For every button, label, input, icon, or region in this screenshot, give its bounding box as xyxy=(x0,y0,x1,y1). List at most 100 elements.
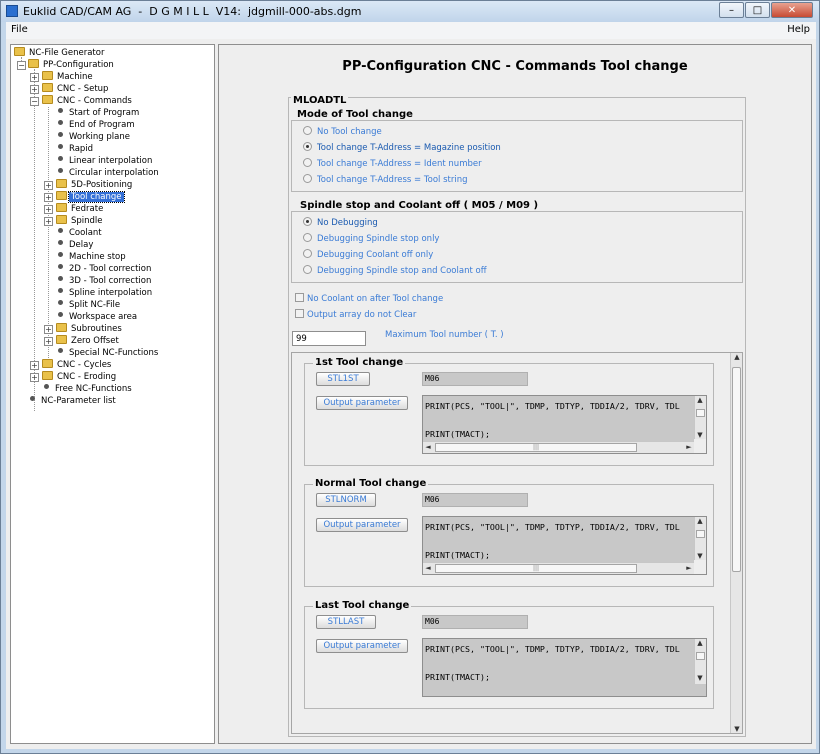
tree-item-pp-configuration[interactable]: PP-Configuration xyxy=(28,59,116,71)
tree-item-spline-interpolation[interactable]: Spline interpolation xyxy=(56,287,154,299)
tree-item-2d-tool-correction[interactable]: 2D - Tool correction xyxy=(56,263,153,275)
close-icon: ✕ xyxy=(787,4,797,16)
radio-ident-number[interactable]: Tool change T-Address = Ident number xyxy=(303,158,482,170)
tree-item-end-of-program[interactable]: End of Program xyxy=(56,119,137,131)
expand-icon[interactable]: + xyxy=(30,73,39,82)
tree-item-delay[interactable]: Delay xyxy=(56,239,95,251)
tree-item-free-nc-functions[interactable]: Free NC-Functions xyxy=(42,383,134,395)
tree-item-linear-interpolation[interactable]: Linear interpolation xyxy=(56,155,154,167)
tree-item-nc-file-generator[interactable]: NC-File Generator xyxy=(14,47,106,59)
tree-item-working-plane[interactable]: Working plane xyxy=(56,131,132,143)
radio-icon xyxy=(303,174,312,183)
radio-selected-icon xyxy=(303,142,312,151)
stllast-button[interactable]: STLLAST xyxy=(316,615,376,629)
menu-help[interactable]: Help xyxy=(787,24,810,35)
tree-item-machine-stop[interactable]: Machine stop xyxy=(56,251,128,263)
radio-no-tool-change[interactable]: No Tool change xyxy=(303,126,382,138)
stl1st-button[interactable]: STL1ST xyxy=(316,372,370,386)
output-parameter-button[interactable]: Output parameter xyxy=(316,396,408,410)
tree-item-3d-tool-correction[interactable]: 3D - Tool correction xyxy=(56,275,153,287)
expand-icon[interactable]: + xyxy=(44,193,53,202)
maximize-button[interactable]: □ xyxy=(745,2,770,18)
vertical-scrollbar[interactable]: ▲ ▼ xyxy=(694,517,706,562)
bullet-icon xyxy=(58,120,63,125)
navigation-tree[interactable]: NC-File Generator − PP-Configuration + M… xyxy=(10,44,215,744)
tool-change-scroll-area[interactable]: 1st Tool change STL1ST M06 Output parame… xyxy=(291,352,743,734)
expand-icon[interactable]: + xyxy=(30,85,39,94)
client-area: NC-File Generator − PP-Configuration + M… xyxy=(6,39,816,749)
tree-item-coolant[interactable]: Coolant xyxy=(56,227,104,239)
tree-item-circular-interpolation[interactable]: Circular interpolation xyxy=(56,167,161,179)
radio-debug-spindle-stop[interactable]: Debugging Spindle stop only xyxy=(303,233,439,245)
tree-item-cnc-eroding[interactable]: CNC - Eroding xyxy=(42,371,118,383)
close-button[interactable]: ✕ xyxy=(771,2,813,18)
code-field[interactable]: M06 xyxy=(422,372,528,386)
bullet-icon xyxy=(58,348,63,353)
tree-item-fedrate[interactable]: Fedrate xyxy=(56,203,105,215)
collapse-icon[interactable]: − xyxy=(17,61,26,70)
horizontal-scrollbar[interactable]: ◄ ||| ► xyxy=(423,562,696,574)
expand-icon[interactable]: + xyxy=(44,181,53,190)
tree-item-cnc-cycles[interactable]: CNC - Cycles xyxy=(42,359,113,371)
tree-item-rapid[interactable]: Rapid xyxy=(56,143,95,155)
tree-item-cnc-setup[interactable]: CNC - Setup xyxy=(42,83,110,95)
tree-item-special-nc-functions[interactable]: Special NC-Functions xyxy=(56,347,160,359)
output-parameter-textarea[interactable]: PRINT(PCS, "TOOL|", TDMP, TDTYP, TDDIA/2… xyxy=(422,638,707,697)
radio-debug-coolant-off[interactable]: Debugging Coolant off only xyxy=(303,249,433,261)
folder-icon xyxy=(14,47,25,56)
scroll-thumb[interactable] xyxy=(732,367,741,572)
expand-icon[interactable]: + xyxy=(30,373,39,382)
tree-item-start-of-program[interactable]: Start of Program xyxy=(56,107,141,119)
radio-magazine-position[interactable]: Tool change T-Address = Magazine positio… xyxy=(303,142,501,154)
radio-tool-string[interactable]: Tool change T-Address = Tool string xyxy=(303,174,467,186)
folder-icon xyxy=(56,215,67,224)
tree-item-nc-parameter-list[interactable]: NC-Parameter list xyxy=(28,395,118,407)
output-parameter-button[interactable]: Output parameter xyxy=(316,518,408,532)
vertical-scrollbar[interactable]: ▲ ▼ xyxy=(694,396,706,441)
code-field[interactable]: M06 xyxy=(422,493,528,507)
expand-icon[interactable]: + xyxy=(44,325,53,334)
radio-icon xyxy=(303,249,312,258)
tree-item-split-nc-file[interactable]: Split NC-File xyxy=(56,299,122,311)
page-title: PP-Configuration CNC - Commands Tool cha… xyxy=(342,59,688,74)
tree-item-tool-change[interactable]: Tool change xyxy=(56,191,125,203)
expand-icon[interactable]: + xyxy=(44,205,53,214)
code-line: PRINT(PCS, "TOOL|", TDMP, TDTYP, TDDIA/2… xyxy=(425,644,680,654)
max-tool-number-input[interactable] xyxy=(292,331,366,346)
checkbox-icon xyxy=(295,293,304,302)
radio-icon xyxy=(303,233,312,242)
tree-item-subroutines[interactable]: Subroutines xyxy=(56,323,124,335)
code-field[interactable]: M06 xyxy=(422,615,528,629)
scroll-up-icon[interactable]: ▲ xyxy=(732,353,742,361)
tree-item-zero-offset[interactable]: Zero Offset xyxy=(56,335,121,347)
horizontal-scrollbar[interactable]: ◄ ||| ► xyxy=(423,441,696,453)
menu-file[interactable]: File xyxy=(11,24,28,35)
code-line: PRINT(TMACT); xyxy=(425,429,490,439)
vertical-scrollbar[interactable]: ▲ ▼ xyxy=(694,639,706,684)
output-parameter-textarea[interactable]: PRINT(PCS, "TOOL|", TDMP, TDTYP, TDDIA/2… xyxy=(422,395,707,454)
tree-item-machine[interactable]: Machine xyxy=(42,71,95,83)
checkbox-no-coolant[interactable]: No Coolant on after Tool change xyxy=(295,293,443,305)
checkbox-output-array[interactable]: Output array do not Clear xyxy=(295,309,416,321)
bullet-icon xyxy=(30,396,35,401)
tree-item-spindle[interactable]: Spindle xyxy=(56,215,105,227)
output-parameter-textarea[interactable]: PRINT(PCS, "TOOL|", TDMP, TDTYP, TDDIA/2… xyxy=(422,516,707,575)
tree-item-5d-positioning[interactable]: 5D-Positioning xyxy=(56,179,134,191)
tree-item-workspace-area[interactable]: Workspace area xyxy=(56,311,139,323)
section-label: MLOADTL xyxy=(291,95,349,106)
tree-item-cnc-commands[interactable]: CNC - Commands xyxy=(42,95,134,107)
minimize-button[interactable]: – xyxy=(719,2,744,18)
expand-icon[interactable]: + xyxy=(44,337,53,346)
app-icon xyxy=(6,5,18,17)
bullet-icon xyxy=(58,276,63,281)
panel-vertical-scrollbar[interactable]: ▲ ▼ xyxy=(730,353,742,733)
expand-icon[interactable]: + xyxy=(44,217,53,226)
radio-debug-both[interactable]: Debugging Spindle stop and Coolant off xyxy=(303,265,487,277)
output-parameter-button[interactable]: Output parameter xyxy=(316,639,408,653)
scroll-down-icon[interactable]: ▼ xyxy=(732,725,742,733)
folder-icon xyxy=(56,323,67,332)
collapse-icon[interactable]: − xyxy=(30,97,39,106)
stlnorm-button[interactable]: STLNORM xyxy=(316,493,376,507)
radio-no-debugging[interactable]: No Debugging xyxy=(303,217,378,229)
expand-icon[interactable]: + xyxy=(30,361,39,370)
